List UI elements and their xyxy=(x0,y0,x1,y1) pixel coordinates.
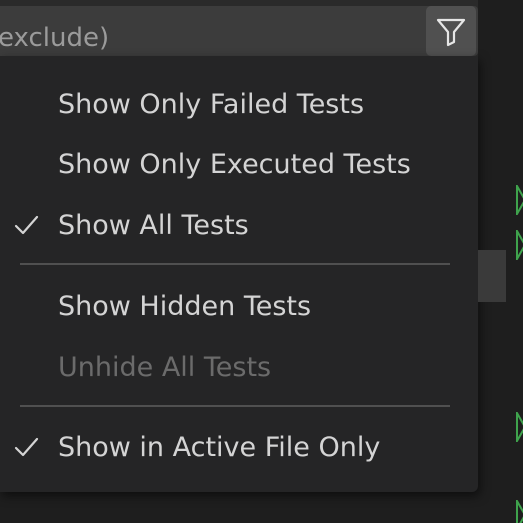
menu-item-show-all[interactable]: Show All Tests xyxy=(0,199,478,251)
test-explorer-view: exclude) Show Only Failed Tests Show Onl… xyxy=(0,0,523,523)
menu-item-show-hidden[interactable]: Show Hidden Tests xyxy=(0,280,478,332)
menu-item-label: Unhide All Tests xyxy=(58,352,272,383)
menu-item-show-in-active-file[interactable]: Show in Active File Only xyxy=(0,421,478,473)
filter-input[interactable]: exclude) xyxy=(0,6,478,56)
menu-item-label: Show in Active File Only xyxy=(58,432,381,463)
menu-item-label: Show Hidden Tests xyxy=(58,291,312,322)
menu-item-label: Show All Tests xyxy=(58,210,249,241)
run-test-icon[interactable] xyxy=(516,227,523,263)
run-test-icon[interactable] xyxy=(516,497,523,523)
menu-item-label: Show Only Executed Tests xyxy=(58,149,411,180)
menu-item-show-only-executed[interactable]: Show Only Executed Tests xyxy=(0,138,478,190)
menu-item-label: Show Only Failed Tests xyxy=(58,89,365,120)
scrollbar-thumb[interactable] xyxy=(478,250,506,302)
menu-separator xyxy=(20,405,450,407)
filter-bar: exclude) xyxy=(0,0,478,62)
filter-dropdown-menu: Show Only Failed Tests Show Only Execute… xyxy=(0,56,478,492)
check-icon xyxy=(12,427,40,467)
filter-input-text: exclude) xyxy=(0,23,110,53)
filter-icon xyxy=(434,14,468,48)
menu-item-show-only-failed[interactable]: Show Only Failed Tests xyxy=(0,78,478,130)
run-test-icon[interactable] xyxy=(516,182,523,218)
check-icon xyxy=(12,205,40,245)
run-test-icon[interactable] xyxy=(516,409,523,445)
menu-item-unhide-all: Unhide All Tests xyxy=(0,341,478,393)
filter-button[interactable] xyxy=(426,6,476,56)
menu-separator xyxy=(20,263,450,265)
